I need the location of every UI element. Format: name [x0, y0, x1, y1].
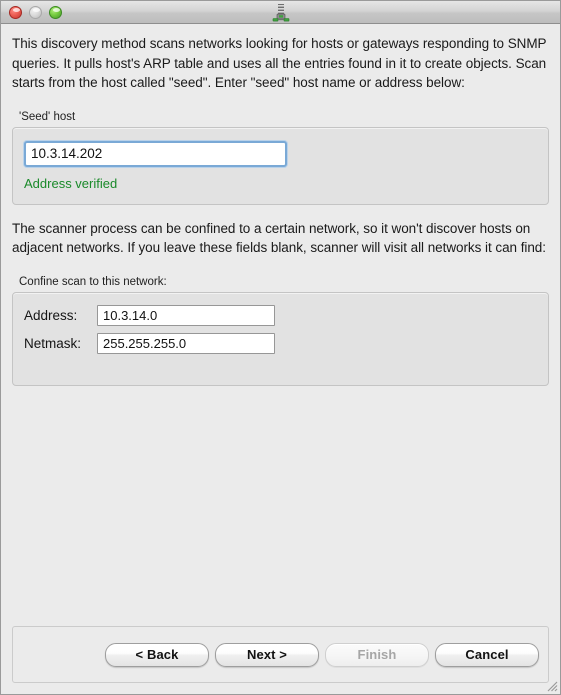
wizard-button-bar: < Back Next > Finish Cancel	[12, 626, 549, 683]
address-label: Address:	[24, 307, 78, 323]
confine-scan-group: Confine scan to this network: Address: N…	[12, 276, 549, 386]
resize-grip[interactable]	[545, 679, 558, 692]
netmask-field-row: Netmask:	[24, 332, 537, 354]
wizard-window: This discovery method scans networks loo…	[0, 0, 561, 695]
seed-host-group-title: 'Seed' host	[19, 110, 76, 123]
confine-scan-group-title: Confine scan to this network:	[19, 275, 167, 288]
netmask-label: Netmask:	[24, 335, 82, 351]
address-field-row: Address:	[24, 304, 537, 326]
finish-button: Finish	[325, 642, 429, 667]
intro-paragraph-1: This discovery method scans networks loo…	[12, 36, 547, 90]
next-button[interactable]: Next >	[215, 642, 319, 667]
wizard-content: This discovery method scans networks loo…	[1, 24, 560, 386]
seed-host-group: 'Seed' host Address verified	[12, 111, 549, 205]
window-controls	[9, 5, 62, 19]
minimize-button[interactable]	[29, 5, 42, 19]
firewall-host-icon	[271, 2, 291, 22]
confine-scan-group-body: Address: Netmask:	[12, 291, 549, 386]
seed-host-group-body: Address verified	[12, 126, 549, 205]
address-input[interactable]	[97, 304, 275, 326]
cancel-button[interactable]: Cancel	[435, 642, 539, 667]
address-verified-status: Address verified	[24, 175, 118, 191]
close-button[interactable]	[9, 5, 22, 19]
title-bar	[1, 1, 560, 24]
netmask-input[interactable]	[97, 332, 275, 354]
zoom-button[interactable]	[49, 5, 62, 19]
intro-paragraph-2: The scanner process can be confined to a…	[12, 220, 546, 256]
back-button[interactable]: < Back	[105, 642, 209, 667]
seed-host-input[interactable]	[24, 140, 287, 167]
